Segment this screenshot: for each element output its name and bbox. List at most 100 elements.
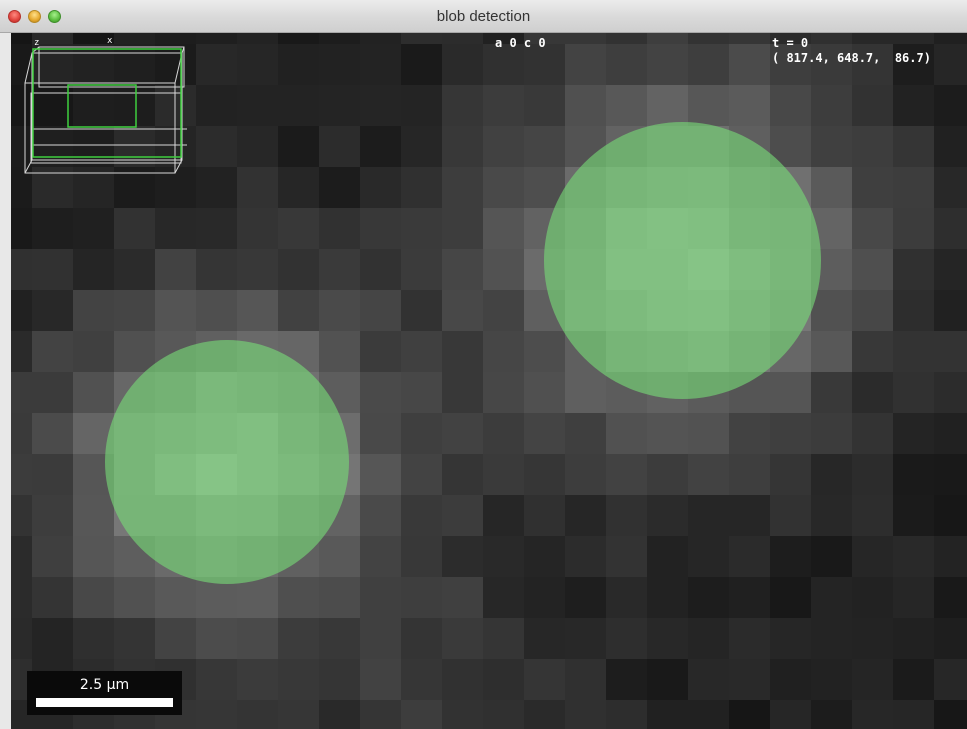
voxel (319, 577, 360, 618)
voxel (811, 454, 852, 495)
voxel (524, 44, 565, 85)
voxel (114, 331, 155, 372)
voxel (524, 454, 565, 495)
voxel (565, 454, 606, 495)
voxel (237, 618, 278, 659)
voxel (565, 536, 606, 577)
voxel (688, 33, 729, 44)
voxel (524, 618, 565, 659)
voxel (934, 454, 967, 495)
voxel (483, 85, 524, 126)
voxel (729, 659, 770, 700)
voxel (934, 290, 967, 331)
voxel (811, 85, 852, 126)
voxel (278, 167, 319, 208)
voxel (360, 495, 401, 536)
voxel (483, 44, 524, 85)
voxel (319, 618, 360, 659)
voxel (647, 659, 688, 700)
voxel (319, 700, 360, 729)
voxel (155, 249, 196, 290)
voxel (442, 167, 483, 208)
voxel (606, 85, 647, 126)
voxel (729, 44, 770, 85)
voxel (237, 208, 278, 249)
coordinates-readout: ( 817.4, 648.7, 86.7) (772, 51, 931, 65)
scale-bar-label: 2.5 µm (79, 677, 130, 693)
voxel (934, 85, 967, 126)
voxel (32, 618, 73, 659)
voxel (196, 44, 237, 85)
voxel (11, 577, 32, 618)
voxel (811, 577, 852, 618)
voxel (32, 577, 73, 618)
image-viewer-canvas[interactable]: z x a 0 c 0 t = 0 ( 817.4, 648.7, 86.7) … (11, 33, 967, 729)
voxel (442, 495, 483, 536)
voxel (114, 577, 155, 618)
voxel (237, 249, 278, 290)
voxel (647, 33, 688, 44)
voxel (401, 331, 442, 372)
voxel (647, 85, 688, 126)
voxel (73, 577, 114, 618)
voxel (811, 33, 852, 44)
voxel (729, 454, 770, 495)
voxel (11, 290, 32, 331)
voxel (196, 85, 237, 126)
voxel (606, 454, 647, 495)
voxel (565, 44, 606, 85)
voxel (647, 413, 688, 454)
voxel (811, 413, 852, 454)
voxel (647, 618, 688, 659)
voxel (934, 249, 967, 290)
voxel (647, 700, 688, 729)
voxel (524, 536, 565, 577)
voxel (319, 33, 360, 44)
voxel (401, 577, 442, 618)
voxel (32, 495, 73, 536)
voxel (729, 618, 770, 659)
voxel (360, 249, 401, 290)
voxel (729, 33, 770, 44)
voxel (647, 495, 688, 536)
voxel (934, 495, 967, 536)
voxel (442, 33, 483, 44)
voxel (688, 618, 729, 659)
voxel (483, 659, 524, 700)
voxel (278, 208, 319, 249)
voxel (524, 659, 565, 700)
voxel (770, 618, 811, 659)
voxel (401, 495, 442, 536)
voxel (606, 577, 647, 618)
voxel (770, 536, 811, 577)
voxel (770, 577, 811, 618)
voxel (278, 126, 319, 167)
voxel (319, 208, 360, 249)
voxel (73, 495, 114, 536)
voxel (934, 618, 967, 659)
voxel (442, 85, 483, 126)
voxel (73, 249, 114, 290)
voxel (688, 536, 729, 577)
voxel (852, 659, 893, 700)
voxel (442, 413, 483, 454)
voxel (811, 331, 852, 372)
voxel (32, 454, 73, 495)
voxel (319, 126, 360, 167)
voxel (11, 536, 32, 577)
voxel (524, 495, 565, 536)
voxel (278, 33, 319, 44)
timepoint-label: t = 0 (772, 36, 809, 50)
voxel (729, 495, 770, 536)
voxel (606, 700, 647, 729)
voxel (442, 700, 483, 729)
voxel (893, 290, 934, 331)
voxel (606, 33, 647, 44)
voxel (852, 454, 893, 495)
voxel (606, 536, 647, 577)
voxel (852, 290, 893, 331)
title-bar[interactable]: blob detection (0, 0, 967, 33)
voxel (565, 85, 606, 126)
voxel (934, 44, 967, 85)
voxel (606, 618, 647, 659)
